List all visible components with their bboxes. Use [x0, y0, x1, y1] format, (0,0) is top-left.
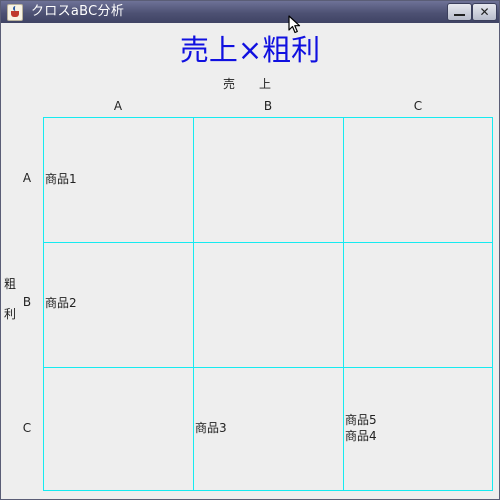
- column-header-b: B: [263, 99, 273, 113]
- cup-mark: [11, 11, 19, 17]
- row-header-b: B: [22, 295, 32, 309]
- window-title: クロスaBC分析: [31, 4, 125, 19]
- product-item-4[interactable]: 商品4: [345, 429, 377, 444]
- product-item-1[interactable]: 商品1: [45, 172, 77, 187]
- sales-axis-label: 売 上: [222, 77, 277, 91]
- product-item-3[interactable]: 商品3: [195, 421, 227, 436]
- cell-b-b[interactable]: [193, 242, 344, 368]
- cell-b-a[interactable]: 商品2: [43, 242, 194, 368]
- cell-c-a[interactable]: [43, 367, 194, 491]
- close-button[interactable]: ✕: [472, 3, 497, 21]
- cell-a-c[interactable]: [343, 117, 493, 243]
- cell-a-b[interactable]: [193, 117, 344, 243]
- cell-a-a[interactable]: 商品1: [43, 117, 194, 243]
- content-area: 売上×粗利 売 上 A B C A B C 粗 利 商品1 商品2 商品3 商品…: [1, 23, 499, 499]
- close-icon: ✕: [479, 5, 490, 19]
- mouse-pointer-shape: [288, 15, 301, 34]
- column-header-c: C: [413, 99, 423, 113]
- title-bar[interactable]: クロスaBC分析 ✕: [1, 1, 499, 23]
- column-header-a: A: [113, 99, 123, 113]
- product-item-5[interactable]: 商品5: [345, 413, 377, 428]
- product-item-2[interactable]: 商品2: [45, 296, 77, 311]
- cell-c-c[interactable]: 商品5 商品4: [343, 367, 493, 491]
- minimize-button[interactable]: [447, 3, 472, 21]
- cell-c-b[interactable]: 商品3: [193, 367, 344, 491]
- row-header-c: C: [22, 421, 32, 435]
- abc-matrix-grid: 商品1 商品2 商品3 商品5 商品4: [43, 117, 493, 491]
- matrix-title: 売上×粗利: [179, 33, 321, 67]
- minimize-icon: [454, 14, 465, 16]
- profit-axis-label: 粗 利: [3, 269, 17, 329]
- app-window: クロスaBC分析 ✕ 売上×粗利 売 上 A B C A B C 粗 利 商品1…: [0, 0, 500, 500]
- java-cup-icon[interactable]: [7, 4, 23, 21]
- row-header-a: A: [22, 171, 32, 185]
- profit-label-char-2: 利: [3, 307, 16, 321]
- cell-b-c[interactable]: [343, 242, 493, 368]
- profit-label-char-1: 粗: [3, 277, 16, 291]
